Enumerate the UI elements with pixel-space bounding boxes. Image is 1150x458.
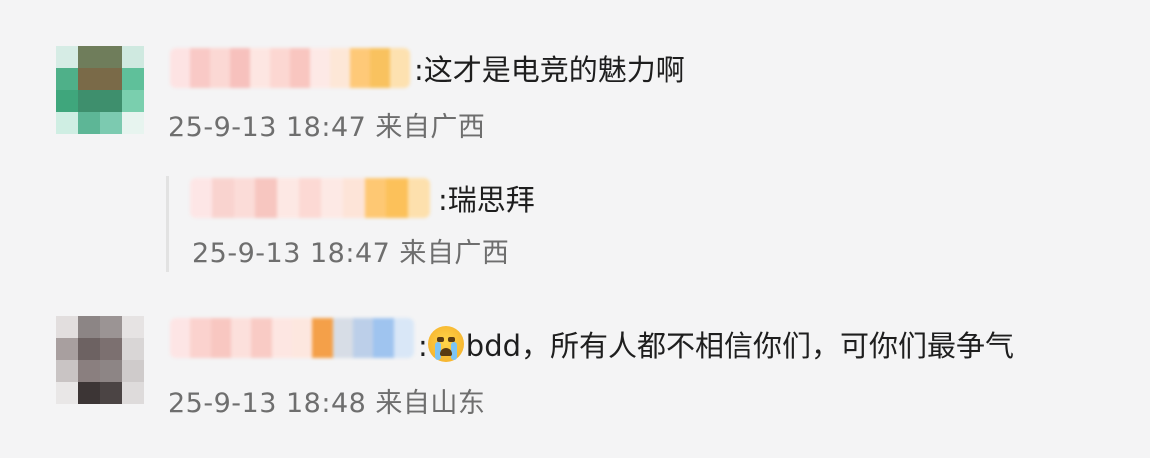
- avatar-pixel: [100, 338, 122, 360]
- blur-block: [352, 318, 374, 358]
- avatar-pixel: [122, 382, 144, 404]
- comment-date: 25-9-13: [168, 388, 277, 419]
- crying-face-icon: [427, 326, 464, 362]
- blur-block: [291, 318, 313, 358]
- avatar-pixel: [78, 360, 100, 382]
- comment-item: : bdd，所有人都不相信你们，可你们最争气 25-9-13 18:48 来自山东: [0, 0, 1150, 458]
- avatar-pixel: [100, 382, 122, 404]
- avatar-pixel: [56, 360, 78, 382]
- blur-block: [312, 318, 333, 358]
- comment-body: bdd，所有人都不相信你们，可你们最争气: [465, 329, 1015, 363]
- avatar-pixel: [100, 316, 122, 338]
- blur-block: [332, 318, 353, 358]
- username-blurred[interactable]: [170, 318, 414, 358]
- comment-meta: 25-9-13 18:48 来自山东: [168, 386, 485, 422]
- avatar-pixel: [56, 338, 78, 360]
- blur-block: [210, 318, 231, 358]
- comment-text: : bdd，所有人都不相信你们，可你们最争气: [418, 326, 1014, 366]
- comment-time: 18:48: [285, 388, 367, 419]
- avatar-pixel: [78, 316, 100, 338]
- avatar-pixel: [56, 382, 78, 404]
- blur-block: [170, 318, 191, 358]
- avatar-pixel: [122, 360, 144, 382]
- comment-prefix: :: [418, 329, 428, 363]
- avatar[interactable]: [56, 316, 144, 404]
- avatar-pixel: [78, 382, 100, 404]
- avatar-pixel: [122, 338, 144, 360]
- blur-block: [373, 318, 394, 358]
- blur-block: [271, 318, 292, 358]
- avatar-pixel: [122, 316, 144, 338]
- blur-block: [230, 318, 252, 358]
- blur-block: [393, 318, 414, 358]
- avatar-pixel: [56, 316, 78, 338]
- comment-location: 来自山东: [375, 388, 486, 419]
- avatar-pixel: [100, 360, 122, 382]
- comment-thread: :这才是电竞的魅力啊 25-9-13 18:47 来自广西 :瑞思拜 25-9-…: [0, 0, 1150, 458]
- blur-block: [251, 318, 272, 358]
- blur-block: [190, 318, 211, 358]
- avatar-pixel: [78, 338, 100, 360]
